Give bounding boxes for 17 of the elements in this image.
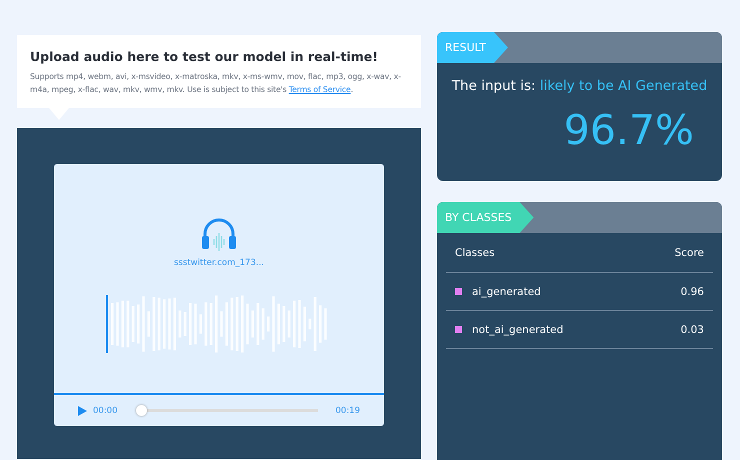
class-name: ai_generated (472, 286, 542, 298)
result-text: The input is: likely to be AI Generated (450, 78, 708, 94)
column-header: Score (674, 246, 704, 258)
duration: 00:19 (336, 406, 360, 416)
current-time: 00:00 (93, 406, 118, 416)
class-score: 0.96 (680, 286, 704, 298)
seek-thumb[interactable] (136, 405, 146, 416)
upload-title: Upload audio here to test our model in real-time! (30, 49, 379, 64)
play-icon[interactable] (78, 406, 87, 416)
file-name: ssstwitter.com_173... (174, 258, 264, 268)
class-score: 0.03 (680, 324, 704, 336)
result-tab[interactable]: RESULT (437, 32, 508, 63)
column-header: Classes (455, 246, 496, 258)
class-name: not_ai_generated (472, 324, 564, 336)
result-score: 96.7% (562, 106, 695, 154)
by-classes-tab[interactable]: BY CLASSES (437, 202, 534, 233)
headphones-icon (201, 216, 237, 252)
